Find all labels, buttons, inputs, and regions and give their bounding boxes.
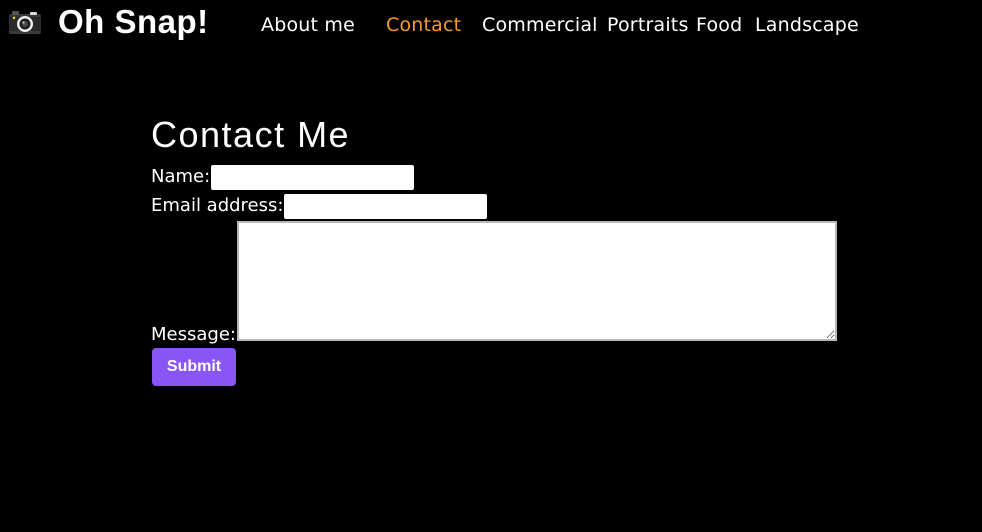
nav-food[interactable]: Food xyxy=(696,14,742,36)
page-title: Contact Me xyxy=(151,114,351,155)
name-input[interactable] xyxy=(211,165,414,190)
email-label: Email address: xyxy=(151,195,284,216)
message-label: Message: xyxy=(151,324,236,345)
nav-portraits[interactable]: Portraits xyxy=(607,14,689,36)
brand[interactable]: Oh Snap! xyxy=(8,2,209,42)
site-title: Oh Snap! xyxy=(58,3,209,40)
nav-about-me[interactable]: About me xyxy=(261,14,355,36)
nav-commercial[interactable]: Commercial xyxy=(482,14,598,36)
nav-contact[interactable]: Contact xyxy=(386,14,461,36)
nav-landscape[interactable]: Landscape xyxy=(755,14,859,36)
submit-button[interactable]: Submit xyxy=(152,348,236,386)
message-textarea[interactable] xyxy=(237,221,837,341)
camera-icon xyxy=(9,11,41,34)
name-label: Name: xyxy=(151,166,211,187)
email-input[interactable] xyxy=(284,194,487,219)
